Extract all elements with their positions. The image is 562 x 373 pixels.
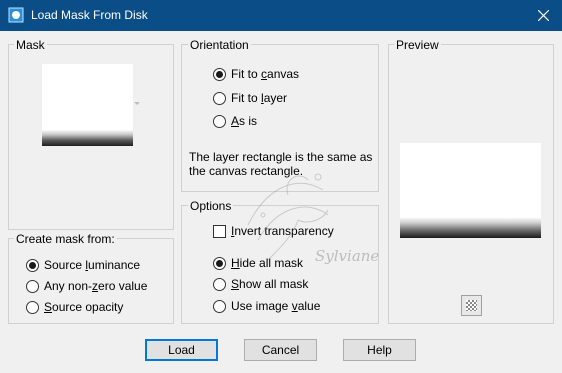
radio-fit-to-layer[interactable]: Fit to layer [213,89,287,107]
help-button[interactable]: Help [343,339,416,361]
radio-label: As is [231,114,258,128]
mask-dropdown-arrow-icon[interactable] [134,102,140,105]
radio-indicator [213,67,226,81]
mask-app-icon [8,7,24,23]
radio-indicator [26,300,39,314]
load-button[interactable]: Load [145,339,218,361]
radio-use-image-value[interactable]: Use image value [213,297,320,315]
transparency-checker-icon [466,300,477,311]
transparency-toggle-button[interactable] [461,295,482,316]
radio-label: Source luminance [44,258,141,272]
radio-label: Fit to canvas [231,67,300,81]
orientation-group-label: Orientation [188,38,251,52]
radio-source-luminance[interactable]: Source luminance [26,256,140,274]
watermark-text: Sylviane [315,247,380,265]
close-button[interactable] [526,0,562,31]
options-group-label: Options [188,199,234,213]
orientation-info-line1: The layer rectangle is the same as [189,150,373,164]
radio-label: Use image value [231,299,321,313]
radio-indicator [213,256,226,270]
preview-image [400,143,541,238]
radio-indicator [26,279,39,293]
radio-fit-to-canvas[interactable]: Fit to canvas [213,65,299,83]
watermark-flourish-icon [247,173,329,261]
radio-indicator [213,91,226,105]
radio-indicator [213,277,226,291]
title-bar: Load Mask From Disk [0,0,562,31]
radio-as-is[interactable]: As is [213,112,257,130]
radio-label: Any non-zero value [44,279,148,293]
checkbox-indicator [213,224,226,238]
mask-thumbnail[interactable] [42,64,133,146]
close-icon [538,10,549,21]
mask-group-label: Mask [14,38,47,52]
cancel-button[interactable]: Cancel [244,339,317,361]
radio-source-opacity[interactable]: Source opacity [26,298,123,316]
radio-indicator [213,299,226,313]
preview-group-label: Preview [394,38,441,52]
create-mask-group-label: Create mask from: [14,232,117,246]
window-title: Load Mask From Disk [31,8,148,22]
radio-label: Fit to layer [231,91,288,105]
radio-indicator [26,258,39,272]
radio-any-non-zero[interactable]: Any non-zero value [26,277,147,295]
radio-indicator [213,114,226,128]
radio-label: Source opacity [44,300,124,314]
